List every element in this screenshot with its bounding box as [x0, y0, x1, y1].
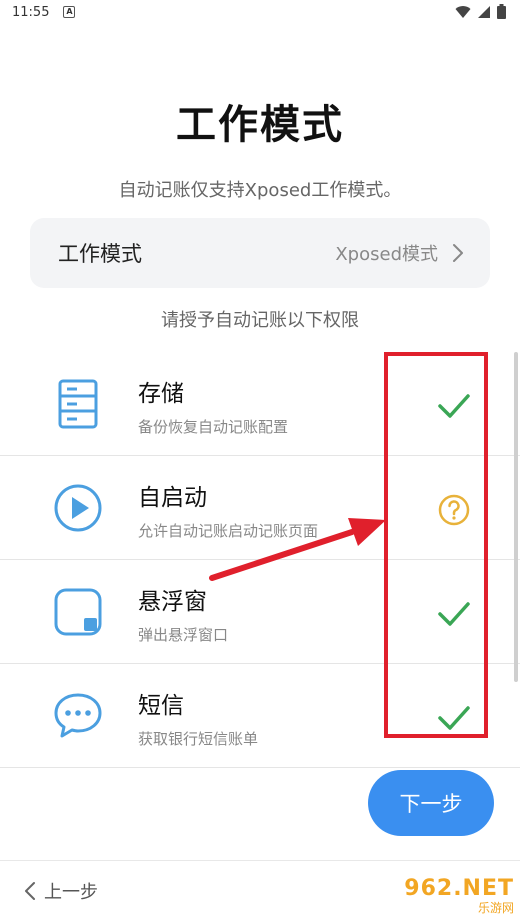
wifi-icon — [455, 5, 471, 18]
permission-name: 存储 — [138, 381, 184, 407]
floating-window-icon — [54, 588, 102, 636]
work-mode-label: 工作模式 — [58, 242, 142, 266]
status-icons — [455, 4, 506, 19]
annotation-highlight-box — [384, 352, 488, 738]
next-step-button[interactable]: 下一步 — [368, 770, 494, 836]
page-subtitle: 自动记账仅支持Xposed工作模式。 — [118, 180, 402, 201]
permission-hint: 请授予自动记账以下权限 — [161, 310, 359, 331]
chevron-right-icon — [453, 244, 463, 262]
storage-icon — [58, 379, 98, 429]
chat-icon — [54, 693, 102, 738]
permission-desc: 备份恢复自动记账配置 — [138, 418, 289, 436]
previous-step-label: 上一步 — [44, 882, 98, 903]
permission-desc: 获取银行短信账单 — [138, 730, 259, 748]
play-icon — [54, 484, 102, 532]
bottom-divider — [0, 860, 520, 861]
work-mode-value: Xposed模式 — [335, 244, 438, 265]
previous-step-button[interactable]: 上一步 — [24, 876, 98, 906]
watermark-site-name: 乐游网 — [477, 901, 514, 915]
permission-name: 自启动 — [138, 485, 207, 511]
signal-icon — [478, 5, 490, 18]
site-watermark: 962.NET 乐游网 — [404, 874, 514, 918]
permission-desc: 弹出悬浮窗口 — [138, 626, 229, 644]
permission-desc: 允许自动记账启动记账页面 — [138, 522, 319, 540]
page-title: 工作模式 — [176, 102, 344, 148]
status-time: 11:55 — [12, 4, 50, 20]
chevron-left-icon — [25, 882, 35, 900]
permission-name: 短信 — [138, 693, 184, 719]
battery-icon — [497, 4, 506, 19]
notification-icon: A — [63, 6, 76, 18]
watermark-logo-text: 962.NET — [404, 876, 514, 901]
scrollbar[interactable] — [514, 352, 518, 682]
work-mode-selector[interactable]: 工作模式 Xposed模式 — [30, 218, 490, 288]
permission-name: 悬浮窗 — [138, 589, 207, 615]
status-bar: 11:55 A — [0, 0, 520, 24]
